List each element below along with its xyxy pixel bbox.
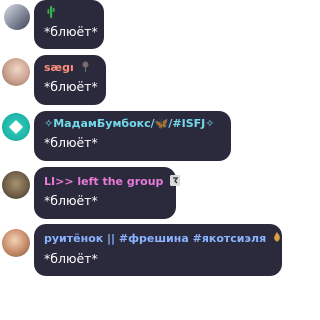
sender-name: ✧МадамБумбокс/🦋/#ISFJ✧: [44, 117, 214, 130]
fire-icon: [274, 232, 280, 242]
message-text: *блюёт*: [44, 251, 98, 266]
sparkle-icon: [8, 119, 24, 135]
sender-name: sægı: [44, 61, 90, 74]
sender-name: LI>> left the group: [44, 175, 181, 188]
avatar[interactable]: [2, 229, 30, 257]
sender-name: руитёнок || #фрешина #якотсиэля: [44, 232, 281, 245]
avatar[interactable]: [2, 171, 30, 199]
message-text: *блюёт*: [44, 135, 98, 150]
sender-name-text: ✧МадамБумбокс/🦋/#ISFJ✧: [44, 117, 215, 130]
avatar[interactable]: [2, 113, 30, 141]
broken-heart-icon: [170, 175, 181, 186]
avatar[interactable]: [2, 58, 30, 86]
message-bubble[interactable]: *блюёт*: [34, 0, 104, 49]
sender-name-text: sægı: [44, 61, 74, 74]
message-bubble[interactable]: LI>> left the group *блюёт*: [34, 167, 181, 219]
avatar[interactable]: [4, 4, 30, 30]
message-text: *блюёт*: [44, 79, 98, 94]
sender-name: [44, 6, 55, 20]
message-bubble[interactable]: sægı *блюёт*: [34, 55, 106, 105]
cactus-icon: [47, 6, 55, 18]
message-text: *блюёт*: [44, 193, 98, 208]
message-text: *блюёт*: [44, 24, 98, 39]
message-bubble[interactable]: руитёнок || #фрешина #якотсиэля *блюёт*: [34, 224, 282, 276]
message-bubble[interactable]: ✧МадамБумбокс/🦋/#ISFJ✧ *блюёт*: [34, 111, 231, 161]
sender-name-text: LI>> left the group: [44, 175, 164, 188]
sender-name-text: руитёнок || #фрешина #якотсиэля: [44, 232, 267, 245]
rose-icon: [82, 61, 89, 72]
